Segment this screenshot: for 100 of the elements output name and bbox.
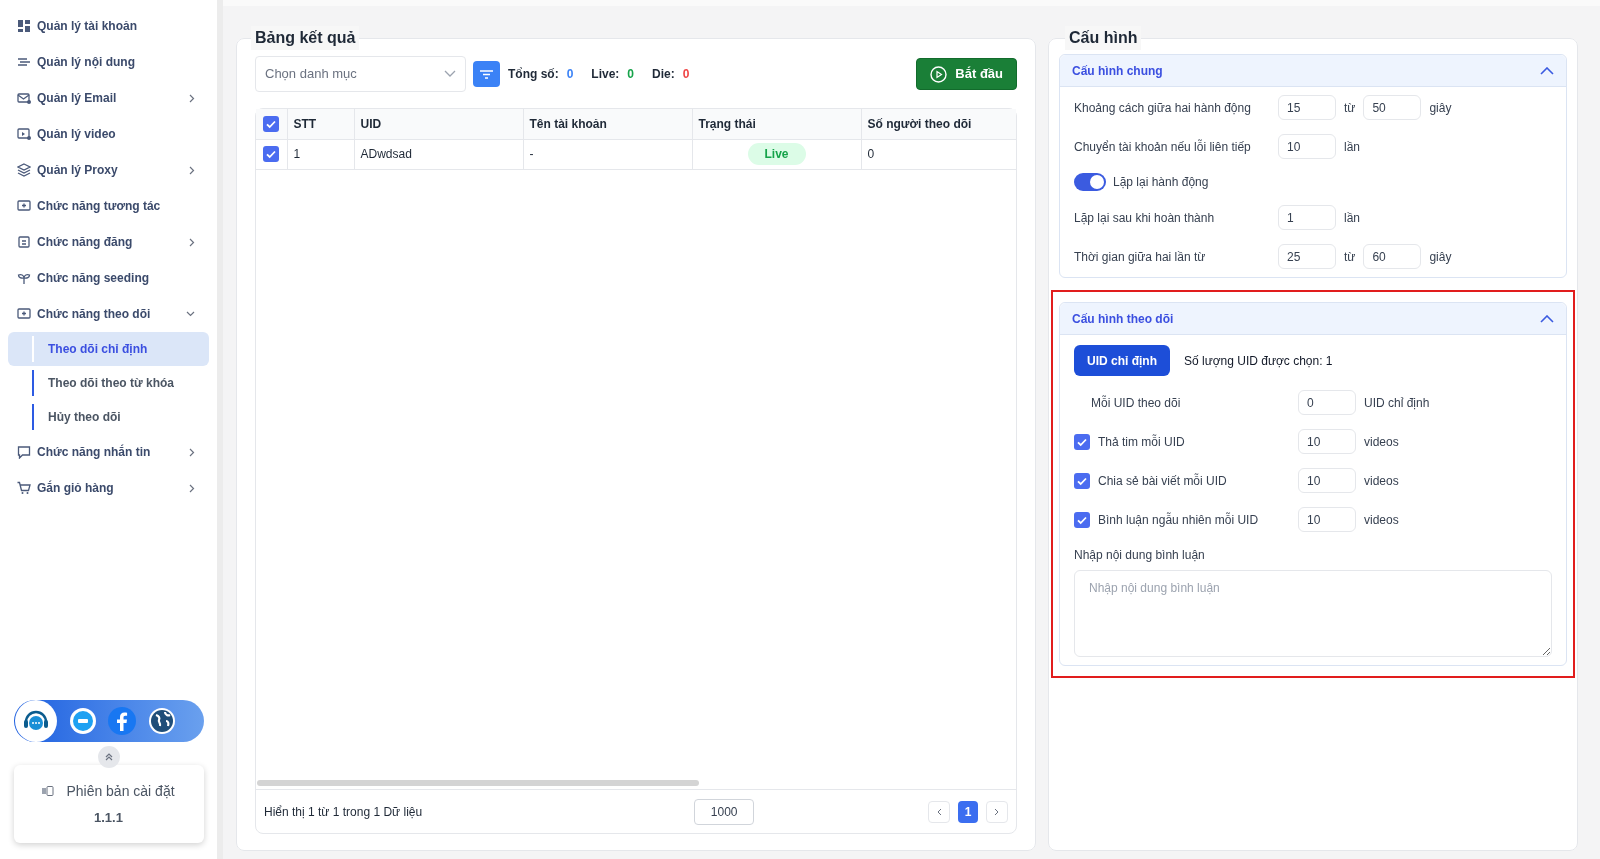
stack-icon <box>17 163 31 177</box>
submenu-item[interactable]: Hủy theo dõi <box>8 400 209 434</box>
column-header: STT <box>287 109 354 139</box>
mail-gear-icon <box>17 91 31 105</box>
video-gear-icon <box>17 127 31 141</box>
table-cell: - <box>523 139 692 169</box>
toggle-switch[interactable] <box>1074 173 1106 191</box>
number-field[interactable]: 50 <box>1363 95 1422 120</box>
chevron-down-icon <box>444 70 456 78</box>
chevron-left-icon <box>936 807 942 816</box>
table-cell: 0 <box>861 139 1016 169</box>
column-header: Số người theo dõi <box>861 109 1016 139</box>
unit-label: giây <box>1429 99 1452 117</box>
field-label: Khoảng cách giữa hai hành động <box>1074 99 1252 117</box>
chevron-up-icon <box>1540 314 1554 323</box>
selected-count: Số lượng UID được chọn: 1 <box>1184 352 1333 370</box>
collapse-icon[interactable] <box>97 746 120 768</box>
number-field[interactable]: 10 <box>1278 134 1336 159</box>
chevron-right-icon <box>994 807 1000 816</box>
sidebar-item[interactable]: Chức năng theo dõi <box>8 296 209 332</box>
chat-icon <box>17 445 31 459</box>
sidebar-item[interactable]: Chức năng seeding <box>8 260 209 296</box>
checkbox-label: Bình luận ngẫu nhiên mỗi UID <box>1098 511 1260 529</box>
uid-button[interactable]: UID chỉ định <box>1074 345 1170 376</box>
version-label: Phiên bản cài đặt <box>66 781 175 801</box>
unit-label: lần <box>1344 209 1360 227</box>
number-field[interactable]: 25 <box>1278 244 1336 269</box>
checkbox[interactable] <box>263 146 280 162</box>
column-header: Trạng thái <box>692 109 861 139</box>
number-field[interactable]: 15 <box>1278 95 1336 120</box>
sidebar-item[interactable]: Chức năng đăng <box>8 224 209 260</box>
sidebar-item[interactable]: Quản lý nội dung <box>8 44 209 80</box>
play-icon <box>930 65 948 83</box>
checkbox[interactable] <box>1074 511 1090 528</box>
checkbox[interactable] <box>263 115 280 132</box>
sidebar-item[interactable]: Quản lý video <box>8 116 209 152</box>
separator-label: từ <box>1344 99 1356 117</box>
table-cell: ADwdsad <box>354 139 523 169</box>
headset-chat-icon[interactable] <box>13 700 58 742</box>
number-field[interactable]: 10 <box>1298 507 1356 532</box>
submenu-item[interactable]: Theo dõi theo từ khóa <box>8 366 209 400</box>
sidebar-item[interactable]: Chức năng tương tác <box>8 188 209 224</box>
accordion-header[interactable]: Cấu hình chung <box>1060 55 1566 87</box>
number-field[interactable]: 10 <box>1298 429 1356 454</box>
submenu-item[interactable]: Theo dõi chỉ định <box>8 332 209 366</box>
unit-label: giây <box>1429 248 1452 266</box>
page-size-field[interactable]: 1000 <box>694 798 755 825</box>
sidebar-item[interactable]: Quản lý Email <box>8 80 209 116</box>
dashboard-icon <box>17 19 31 33</box>
message-plus-icon <box>17 307 31 321</box>
square-lines-icon <box>17 235 31 249</box>
sidebar-item[interactable]: Quản lý Proxy <box>8 152 209 188</box>
number-field[interactable]: 60 <box>1363 244 1422 269</box>
sidebar-item[interactable]: Chức năng nhắn tin <box>8 434 209 470</box>
unit-label: UID chỉ định <box>1364 394 1430 412</box>
globe-icon[interactable] <box>147 707 176 735</box>
stat-label: Die: <box>652 66 675 83</box>
checkbox-label: Thả tim mỗi UID <box>1098 433 1186 451</box>
field-label: Nhập nội dung bình luận <box>1074 547 1206 564</box>
device-icon <box>42 786 55 797</box>
stat-value: 0 <box>682 66 690 83</box>
field-label: Thời gian giữa hai lần từ <box>1074 248 1207 266</box>
accordion-header[interactable]: Cấu hình theo dõi <box>1060 303 1566 335</box>
sprout-icon <box>17 271 31 285</box>
chevron-up-icon <box>1540 66 1554 75</box>
stat-label: Live: <box>591 66 620 83</box>
separator-label: từ <box>1344 248 1356 266</box>
stat-label: Tổng số: <box>508 66 559 83</box>
unit-label: videos <box>1364 472 1399 490</box>
version-number: 1.1.1 <box>94 808 123 827</box>
field-label: Lặp lại sau khi hoàn thành <box>1074 209 1216 227</box>
cart-icon <box>17 481 31 495</box>
filter-icon <box>480 69 493 79</box>
status-badge: Live <box>747 143 806 165</box>
comment-field[interactable]: Nhập nội dung bình luận <box>1074 570 1552 657</box>
field-label: Chuyển tài khoản nếu lỗi liên tiếp <box>1074 138 1252 156</box>
unit-label: videos <box>1364 511 1399 529</box>
horizontal-scrollbar[interactable] <box>257 780 699 786</box>
checkbox-label: Chia sẻ bài viết mỗi UID <box>1098 472 1228 490</box>
number-field[interactable]: 10 <box>1298 468 1356 493</box>
toggle-label: Lặp lại hành động <box>1113 174 1209 191</box>
checkbox[interactable] <box>1074 433 1090 450</box>
checkbox[interactable] <box>1074 472 1090 489</box>
column-header: UID <box>354 109 523 139</box>
sidebar-item[interactable]: Gắn giỏ hàng <box>8 470 209 506</box>
facebook-icon[interactable] <box>107 707 136 735</box>
sidebar-item[interactable]: Quản lý tài khoản <box>8 8 209 44</box>
filter-button[interactable] <box>473 61 500 87</box>
stat-value: 0 <box>566 66 574 83</box>
table-cell: 1 <box>287 139 354 169</box>
column-header: Tên tài khoản <box>523 109 692 139</box>
number-field[interactable]: 0 <box>1298 390 1356 415</box>
category-select[interactable]: Chọn danh mục <box>255 56 466 92</box>
pagination-summary: Hiển thị 1 từ 1 trong 1 Dữ liệu <box>264 803 423 821</box>
page-button[interactable]: 1 <box>958 800 978 823</box>
field-label: Mỗi UID theo dõi <box>1090 394 1182 412</box>
unit-label: videos <box>1364 433 1399 451</box>
message-plus-icon <box>17 199 31 213</box>
number-field[interactable]: 1 <box>1278 205 1336 230</box>
start-button[interactable]: Bắt đầu <box>916 58 1017 90</box>
